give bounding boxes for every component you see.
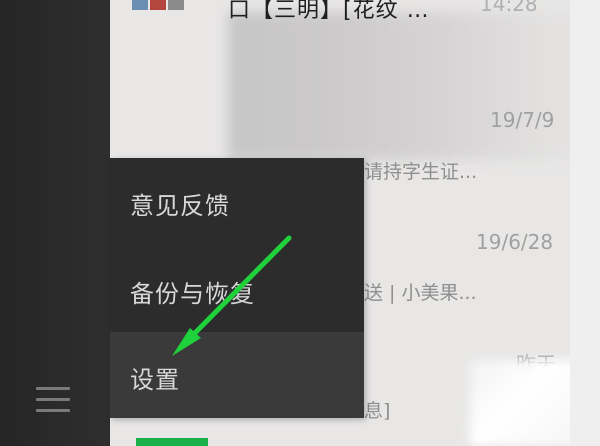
menu-item-feedback[interactable]: 意见反馈 — [110, 158, 364, 244]
scroll-area — [570, 0, 600, 446]
blurred-chat-content — [228, 12, 600, 160]
chat-time: 14:28 — [480, 0, 538, 16]
chat-row-top[interactable]: 口【三明】[花纹 … 14:28 — [110, 0, 570, 23]
hamburger-menu-icon[interactable] — [36, 385, 70, 415]
left-sidebar — [0, 0, 110, 446]
chat-preview: 息] — [364, 400, 391, 422]
settings-popup-menu: 意见反馈 备份与恢复 设置 — [110, 158, 364, 418]
chat-time: 19/6/28 — [476, 230, 554, 254]
chat-time: 19/7/9 — [490, 108, 555, 132]
chat-preview: 送 | 小美果... — [364, 282, 477, 304]
chat-title: 口【三明】[花纹 … — [228, 0, 430, 23]
menu-item-label: 设置 — [130, 366, 180, 394]
unread-indicator — [136, 438, 208, 446]
chat-preview: 请持字生证... — [364, 161, 478, 183]
menu-item-label: 意见反馈 — [130, 192, 230, 220]
menu-item-backup-restore[interactable]: 备份与恢复 — [110, 246, 364, 332]
menu-item-settings[interactable]: 设置 — [110, 332, 364, 418]
menu-item-label: 备份与恢复 — [130, 280, 255, 308]
group-avatar — [132, 0, 186, 10]
wechat-window: 口【三明】[花纹 … 14:28 19/7/9 请持字生证... 19/6/28… — [0, 0, 600, 446]
